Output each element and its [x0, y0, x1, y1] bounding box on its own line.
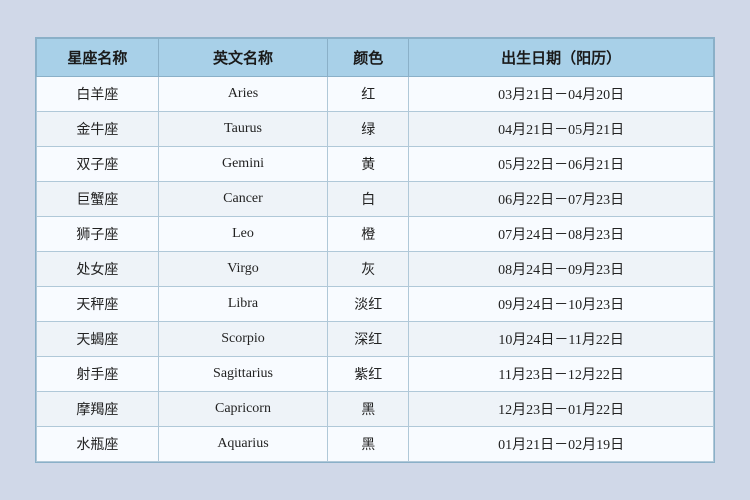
cell-date: 11月23日－12月22日 — [409, 357, 714, 392]
cell-english: Aquarius — [158, 427, 327, 462]
cell-english: Gemini — [158, 147, 327, 182]
cell-color: 橙 — [328, 217, 409, 252]
cell-english: Capricorn — [158, 392, 327, 427]
table-row: 双子座Gemini黄05月22日－06月21日 — [37, 147, 714, 182]
cell-color: 绿 — [328, 112, 409, 147]
zodiac-table-container: 星座名称 英文名称 颜色 出生日期（阳历） 白羊座Aries红03月21日－04… — [35, 37, 715, 463]
cell-date: 01月21日－02月19日 — [409, 427, 714, 462]
cell-color: 黄 — [328, 147, 409, 182]
cell-date: 12月23日－01月22日 — [409, 392, 714, 427]
cell-color: 淡红 — [328, 287, 409, 322]
header-english: 英文名称 — [158, 39, 327, 77]
cell-chinese: 水瓶座 — [37, 427, 159, 462]
cell-chinese: 射手座 — [37, 357, 159, 392]
zodiac-table: 星座名称 英文名称 颜色 出生日期（阳历） 白羊座Aries红03月21日－04… — [36, 38, 714, 462]
table-body: 白羊座Aries红03月21日－04月20日金牛座Taurus绿04月21日－0… — [37, 77, 714, 462]
table-row: 射手座Sagittarius紫红11月23日－12月22日 — [37, 357, 714, 392]
cell-date: 06月22日－07月23日 — [409, 182, 714, 217]
cell-color: 黑 — [328, 392, 409, 427]
table-row: 处女座Virgo灰08月24日－09月23日 — [37, 252, 714, 287]
cell-chinese: 天蝎座 — [37, 322, 159, 357]
cell-date: 10月24日－11月22日 — [409, 322, 714, 357]
cell-english: Cancer — [158, 182, 327, 217]
cell-color: 白 — [328, 182, 409, 217]
cell-date: 07月24日－08月23日 — [409, 217, 714, 252]
table-row: 天秤座Libra淡红09月24日－10月23日 — [37, 287, 714, 322]
table-row: 天蝎座Scorpio深红10月24日－11月22日 — [37, 322, 714, 357]
cell-chinese: 白羊座 — [37, 77, 159, 112]
table-header-row: 星座名称 英文名称 颜色 出生日期（阳历） — [37, 39, 714, 77]
header-date: 出生日期（阳历） — [409, 39, 714, 77]
cell-chinese: 天秤座 — [37, 287, 159, 322]
cell-english: Libra — [158, 287, 327, 322]
table-row: 金牛座Taurus绿04月21日－05月21日 — [37, 112, 714, 147]
cell-chinese: 双子座 — [37, 147, 159, 182]
cell-english: Leo — [158, 217, 327, 252]
cell-color: 深红 — [328, 322, 409, 357]
table-row: 白羊座Aries红03月21日－04月20日 — [37, 77, 714, 112]
cell-chinese: 处女座 — [37, 252, 159, 287]
cell-date: 03月21日－04月20日 — [409, 77, 714, 112]
cell-color: 紫红 — [328, 357, 409, 392]
cell-chinese: 金牛座 — [37, 112, 159, 147]
table-row: 摩羯座Capricorn黑12月23日－01月22日 — [37, 392, 714, 427]
cell-date: 04月21日－05月21日 — [409, 112, 714, 147]
header-color: 颜色 — [328, 39, 409, 77]
cell-date: 05月22日－06月21日 — [409, 147, 714, 182]
cell-english: Sagittarius — [158, 357, 327, 392]
cell-english: Virgo — [158, 252, 327, 287]
cell-chinese: 摩羯座 — [37, 392, 159, 427]
cell-english: Taurus — [158, 112, 327, 147]
table-row: 狮子座Leo橙07月24日－08月23日 — [37, 217, 714, 252]
cell-color: 黑 — [328, 427, 409, 462]
table-row: 巨蟹座Cancer白06月22日－07月23日 — [37, 182, 714, 217]
cell-english: Aries — [158, 77, 327, 112]
table-row: 水瓶座Aquarius黑01月21日－02月19日 — [37, 427, 714, 462]
cell-chinese: 巨蟹座 — [37, 182, 159, 217]
header-chinese: 星座名称 — [37, 39, 159, 77]
cell-date: 08月24日－09月23日 — [409, 252, 714, 287]
cell-color: 灰 — [328, 252, 409, 287]
cell-english: Scorpio — [158, 322, 327, 357]
cell-color: 红 — [328, 77, 409, 112]
cell-chinese: 狮子座 — [37, 217, 159, 252]
cell-date: 09月24日－10月23日 — [409, 287, 714, 322]
